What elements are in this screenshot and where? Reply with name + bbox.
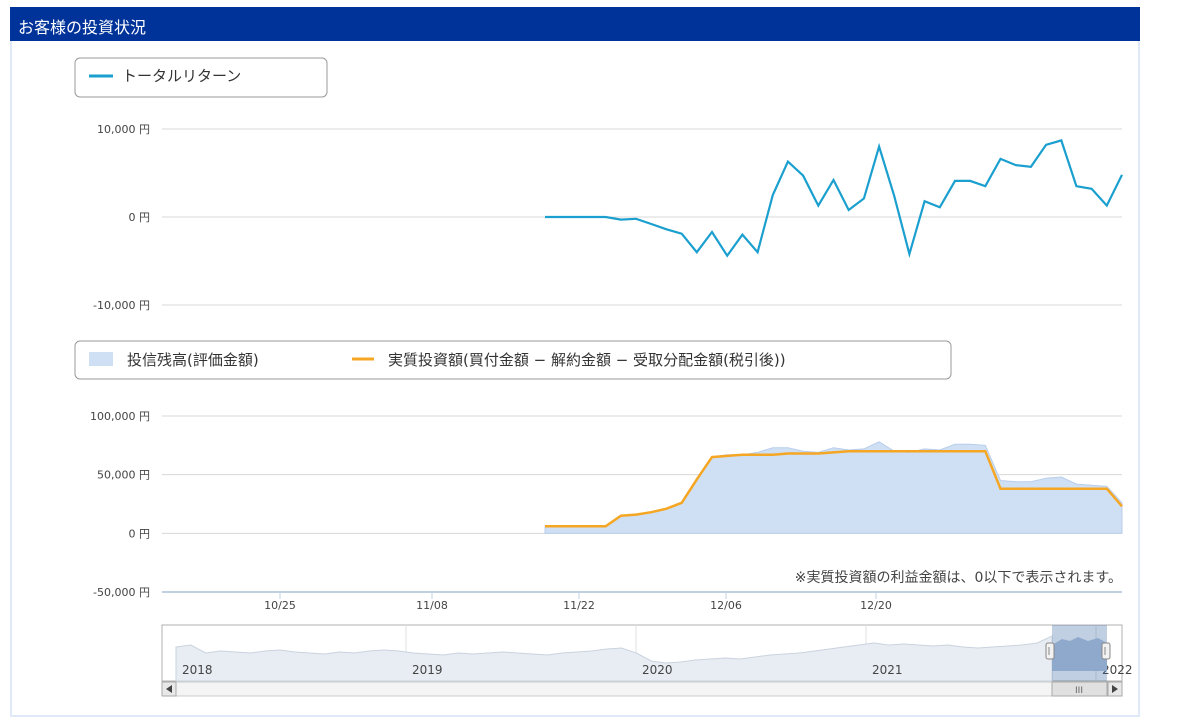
return-series-line[interactable] (545, 139, 1123, 259)
balance-y-axis: 100,000 円 50,000 円 0 円 -50,000 円 (90, 410, 150, 599)
chart-panel: トータルリターン 10,000 円 0 円 -10,000 円 投信残高(評価金額)… (10, 41, 1140, 717)
navigator-year-label: 2019 (412, 663, 443, 677)
legend-balance-swatch (89, 352, 113, 366)
navigator-selected-area (1052, 637, 1107, 671)
return-y-tick-label: 10,000 円 (97, 123, 150, 136)
return-gridlines (162, 128, 1122, 306)
navigator-year-label: 2018 (182, 663, 213, 677)
scrollbar-grip-icon: III (1075, 686, 1083, 696)
return-y-tick-label: 0 円 (129, 211, 151, 224)
x-axis-labels: 10/25 11/08 11/22 12/06 12/20 (264, 592, 892, 612)
x-tick-label: 12/20 (860, 599, 892, 612)
navigator-right-handle[interactable] (1101, 642, 1111, 660)
scrollbar-track[interactable] (161, 681, 1123, 697)
x-tick-label: 10/25 (264, 599, 296, 612)
scrollbar[interactable]: III (161, 681, 1123, 697)
balance-y-tick-label: 50,000 円 (97, 469, 150, 482)
invested-note: ※実質投資額の利益金額は、0以下で表示されます。 (795, 570, 1122, 586)
return-y-tick-label: -10,000 円 (93, 299, 150, 312)
x-tick-label: 11/22 (563, 599, 595, 612)
balance-y-tick-label: 0 円 (129, 527, 151, 540)
legend-balance-label[interactable]: 投信残高(評価金額) (127, 351, 259, 369)
legend-balance: 投信残高(評価金額) 実質投資額(買付金額 − 解約金額 − 受取分配金額(税引… (74, 340, 952, 380)
x-tick-label: 12/06 (710, 599, 742, 612)
navigator-year-label: 2020 (642, 663, 673, 677)
investment-chart: トータルリターン 10,000 円 0 円 -10,000 円 投信残高(評価金額)… (74, 57, 1133, 697)
balance-y-tick-label: 100,000 円 (90, 410, 150, 423)
balance-y-tick-label: -50,000 円 (93, 586, 150, 599)
page-header: お客様の投資状況 (10, 7, 1140, 41)
return-y-axis: 10,000 円 0 円 -10,000 円 (93, 123, 150, 312)
x-tick-label: 11/08 (416, 599, 448, 612)
navigator[interactable]: 2018 2019 2020 2021 2022 (161, 624, 1133, 682)
navigator-year-label: 2021 (872, 663, 903, 677)
legend-return-label[interactable]: トータルリターン (122, 67, 241, 85)
page-title: お客様の投資状況 (18, 18, 147, 37)
legend-return: トータルリターン (74, 57, 328, 98)
legend-invested-label[interactable]: 実質投資額(買付金額 − 解約金額 − 受取分配金額(税引後)) (388, 351, 786, 369)
navigator-left-handle[interactable] (1045, 642, 1055, 660)
